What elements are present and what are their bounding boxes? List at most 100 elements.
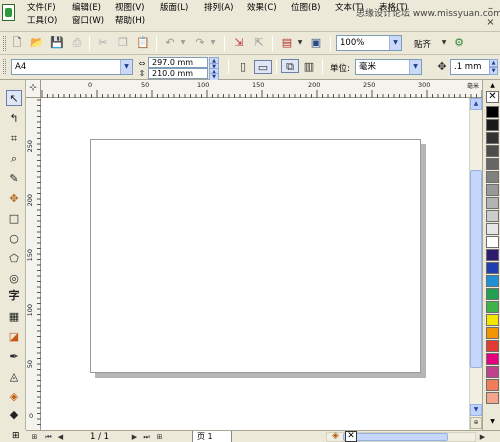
page-height-input[interactable]: 210.0 mm [148, 68, 208, 79]
text-icon[interactable]: 字 [6, 288, 22, 304]
page-tab[interactable]: 页 1 [192, 431, 232, 442]
color-swatch[interactable] [486, 210, 499, 222]
color-swatch[interactable] [486, 340, 499, 352]
color-swatch[interactable] [486, 275, 499, 287]
color-swatch[interactable] [486, 392, 499, 404]
menu-layout[interactable]: 版面(L) [160, 3, 188, 14]
paper-size-dropdown-icon[interactable]: ▼ [120, 60, 132, 74]
color-swatch[interactable] [486, 119, 499, 131]
menu-help[interactable]: 帮助(H) [115, 16, 145, 27]
menu-bitmaps[interactable]: 位图(B) [291, 3, 320, 14]
basic-shapes-icon[interactable]: ◎ [6, 271, 22, 287]
next-page-icon[interactable]: ▶ [130, 432, 139, 442]
color-swatch[interactable] [486, 314, 499, 326]
nudge-distance-input[interactable]: .1 mm [450, 59, 490, 75]
toolbar-grip[interactable] [3, 36, 6, 51]
vertical-scroll-thumb[interactable] [470, 170, 482, 368]
color-swatch[interactable] [486, 366, 499, 378]
page-width-input[interactable]: 297.0 mm [148, 57, 208, 68]
import-icon[interactable]: ⇲ [232, 36, 246, 50]
pick-icon[interactable]: ↖ [6, 90, 22, 106]
color-swatch[interactable] [486, 301, 499, 313]
redo-dropdown-icon[interactable]: ▼ [206, 36, 220, 50]
add-page-after-icon[interactable]: ⊞ [155, 432, 164, 442]
color-swatch[interactable] [486, 249, 499, 261]
color-swatch[interactable] [486, 197, 499, 209]
export-icon[interactable]: ⇱ [252, 36, 266, 50]
ruler-origin-icon[interactable]: ⊹ [26, 80, 41, 98]
color-swatch[interactable] [486, 223, 499, 235]
paste-icon[interactable]: 📋 [136, 36, 150, 50]
nudge-spin-down-icon[interactable]: ▼ [489, 67, 498, 75]
fill-icon[interactable]: ◈ [6, 389, 22, 405]
zoom-navigator-icon[interactable]: ⊕ [470, 417, 482, 429]
rectangle-icon[interactable]: □ [6, 211, 22, 227]
shape-icon[interactable]: ↰ [6, 111, 22, 127]
ellipse-icon[interactable]: ○ [6, 231, 22, 247]
portrait-icon[interactable]: ▯ [236, 60, 250, 74]
landscape-icon[interactable]: ▭ [254, 60, 272, 74]
color-swatch[interactable] [486, 184, 499, 196]
color-swatch[interactable] [486, 171, 499, 183]
launcher-dropdown-icon[interactable]: ▼ [293, 36, 307, 50]
color-swatch[interactable] [486, 353, 499, 365]
units-dropdown-icon[interactable]: ▼ [409, 60, 421, 74]
no-color-swatch[interactable]: ✕ [486, 91, 499, 103]
color-swatch[interactable] [486, 262, 499, 274]
application-launcher-icon[interactable]: ▤ [280, 36, 294, 50]
outline-icon[interactable]: ◬ [6, 369, 22, 385]
redo-icon[interactable]: ↷ [193, 36, 207, 50]
eyedropper-icon[interactable]: ✒ [6, 349, 22, 365]
document-page[interactable] [90, 139, 421, 373]
copy-icon[interactable]: ❐ [116, 36, 130, 50]
scroll-right-icon[interactable]: ▶ [478, 432, 487, 442]
options-icon[interactable]: ⚙ [452, 36, 466, 50]
undo-dropdown-icon[interactable]: ▼ [176, 36, 190, 50]
vertical-ruler[interactable]: 250 200 150 100 50 0 [26, 98, 41, 430]
units-select[interactable]: 毫米 ▼ [355, 59, 422, 75]
property-bar-grip[interactable] [3, 59, 6, 74]
menu-window[interactable]: 窗口(W) [72, 16, 104, 27]
smart-fill-icon[interactable]: ✥ [6, 191, 22, 207]
color-swatch[interactable] [486, 132, 499, 144]
color-swatch[interactable] [486, 145, 499, 157]
palette-scroll-down-icon[interactable]: ▼ [486, 418, 499, 426]
menu-file[interactable]: 文件(F) [27, 3, 56, 14]
nudge-spin-up-icon[interactable]: ▲ [489, 59, 498, 67]
color-swatch[interactable] [486, 327, 499, 339]
save-icon[interactable]: 💾 [50, 36, 64, 50]
cut-icon[interactable]: ✂ [96, 36, 110, 50]
zoom-icon[interactable]: ⌕ [6, 151, 22, 167]
welcome-screen-icon[interactable]: ▣ [309, 36, 323, 50]
menu-view[interactable]: 视图(V) [115, 3, 144, 14]
current-page-icon[interactable]: ▥ [302, 60, 316, 74]
snap-to-label[interactable]: 贴齐 [414, 38, 431, 50]
zoom-level-select[interactable]: 100% ▼ [336, 35, 402, 51]
last-page-icon[interactable]: ⏭ [142, 432, 151, 442]
paper-size-select[interactable]: A4 ▼ [11, 59, 133, 75]
color-swatch[interactable] [486, 288, 499, 300]
horizontal-scroll-thumb[interactable] [343, 433, 448, 441]
open-icon[interactable]: 📂 [30, 36, 44, 50]
menu-edit[interactable]: 编辑(E) [72, 3, 101, 14]
print-icon[interactable]: ⎙ [70, 36, 84, 50]
polygon-icon[interactable]: ⬠ [6, 251, 22, 267]
vertical-scrollbar[interactable]: ▲ ▼ ⊕ [469, 98, 482, 430]
add-page-icon[interactable]: ⊞ [12, 430, 20, 442]
minimize-icon[interactable]: – [484, 4, 497, 16]
snap-dropdown-icon[interactable]: ▼ [437, 36, 451, 50]
menu-arrange[interactable]: 排列(A) [204, 3, 233, 14]
close-icon[interactable]: × [484, 18, 497, 30]
horizontal-ruler[interactable]: 0 50 100 150 200 250 300 毫米 ⊹ [26, 80, 486, 98]
fill-indicator-icon[interactable]: ◈ [332, 431, 339, 442]
freehand-icon[interactable]: ✎ [6, 171, 22, 187]
scroll-down-icon[interactable]: ▼ [470, 404, 482, 416]
scroll-up-icon[interactable]: ▲ [470, 98, 482, 110]
crop-icon[interactable]: ⌗ [6, 131, 22, 147]
menu-tools[interactable]: 工具(O) [27, 16, 57, 27]
previous-page-icon[interactable]: ◀ [56, 432, 65, 442]
palette-scroll-up-icon[interactable]: ▲ [486, 82, 499, 90]
color-swatch[interactable] [486, 158, 499, 170]
first-page-icon[interactable]: ⏮ [44, 432, 53, 442]
zoom-dropdown-icon[interactable]: ▼ [389, 36, 401, 50]
